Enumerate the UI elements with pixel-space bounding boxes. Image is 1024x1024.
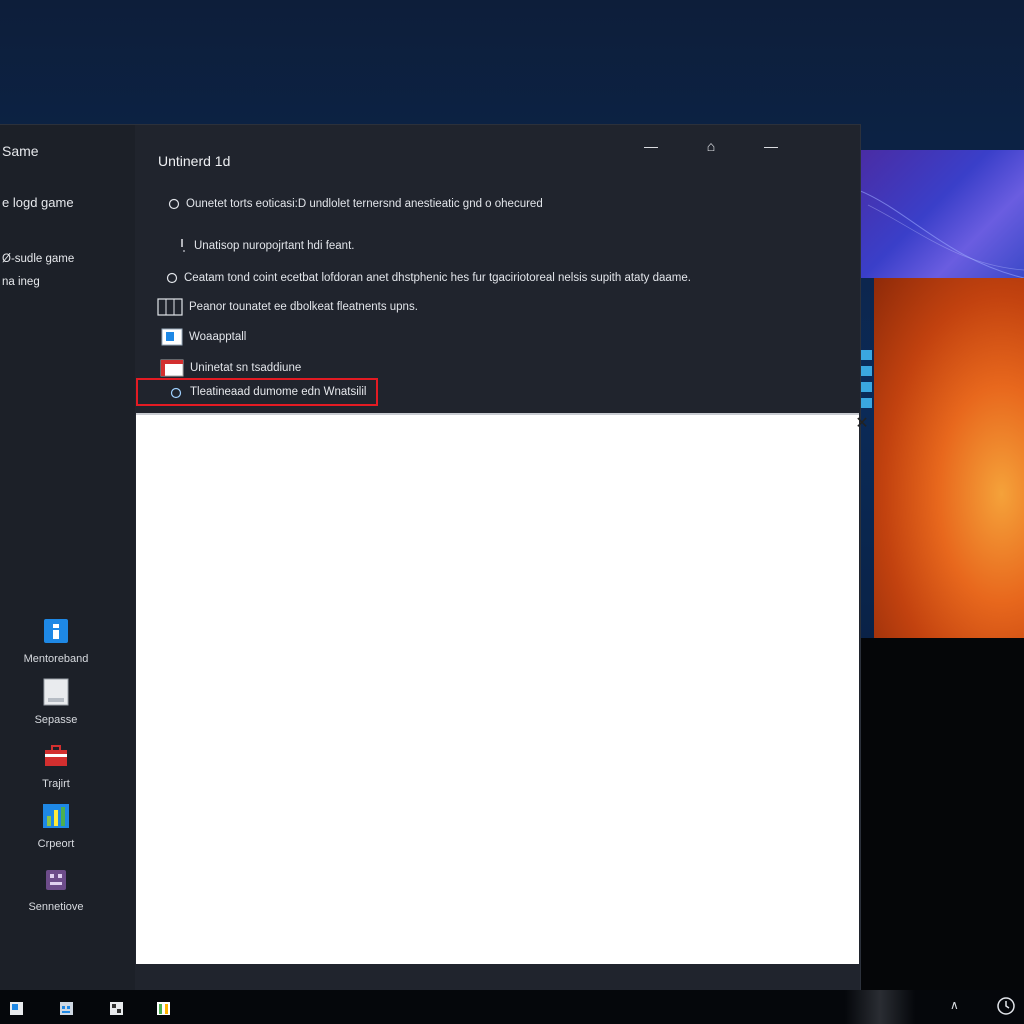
grid-app-icon[interactable] [109,1001,124,1016]
desktop-wallpaper-orange [874,278,1024,638]
window-controls: — ⌂ — [640,137,782,155]
start-icon[interactable] [9,1001,24,1016]
highlighted-list-item[interactable]: Tleatineaad dumome edn Wnatsilil [136,378,378,406]
restore-button[interactable]: ⌂ [700,137,722,155]
sidebar-item-logd-game[interactable]: e logd game [2,195,74,210]
app-launcher-sennetiove[interactable]: Sennetiove [0,865,112,913]
close-window-button[interactable]: — [760,137,782,155]
list-item[interactable]: Ounetet torts eoticasi:D undlolet terner… [168,195,543,213]
document-icon [43,678,69,706]
device-icon [46,870,66,890]
taskbar: ∧ [0,990,1024,1024]
list-item[interactable]: Unatisop nuropojrtant hdi feant. [180,237,354,255]
list-item-text: Uninetat sn tsaddiune [190,362,302,374]
app-launcher-mentoreband[interactable]: Mentoreband [0,617,112,665]
chevron-up-icon[interactable]: ∧ [950,998,959,1012]
app-launcher-sepasse[interactable]: Sepasse [0,678,112,726]
window-title: Untinerd 1d [158,153,231,169]
circle-icon [170,387,182,399]
cursor-icon [181,239,185,252]
app-label: Crpeort [37,838,75,850]
circle-icon [168,198,180,210]
app-launcher-crpeort[interactable]: Crpeort [0,802,112,850]
list-item[interactable]: Ceatam tond coint ecetbat lofdoran anet … [166,269,691,287]
app-label: Sepasse [34,714,78,726]
sidebar: Same e logd game Ø-sudle game na ineg Me… [0,125,135,990]
blank-dialog-panel [136,413,859,964]
app-window-icon [161,328,183,346]
circle-icon [166,272,178,284]
list-item-text: Unatisop nuropojrtant hdi feant. [194,240,355,252]
minimize-button[interactable]: — [640,137,662,155]
app-launcher-trajirt[interactable]: Trajirt [0,742,112,790]
list-item-text: Peanor tounatet ee dbolkeat fleatnents u… [189,301,418,313]
sync-icon[interactable] [995,995,1017,1017]
app-label: Mentoreband [23,653,89,665]
chart-app-icon[interactable] [156,1001,171,1016]
desktop-dark-area [858,638,1024,990]
blue-app-icon [44,619,68,643]
list-item[interactable]: Woaapptall [161,328,246,346]
list-item-text: Woaapptall [189,331,247,343]
grid-icon [157,298,183,316]
taskbar-highlight [845,990,915,1024]
close-icon[interactable]: ✕ [852,414,872,434]
sidebar-item-sudle-game[interactable]: Ø-sudle game [2,253,74,265]
toolbox-icon [45,745,67,766]
sidebar-title[interactable]: Same [2,143,39,159]
list-item[interactable]: Uninetat sn tsaddiune [160,359,301,377]
window-edge-strip [858,350,872,410]
app-label: Trajirt [42,778,70,790]
sidebar-item-ineg[interactable]: na ineg [2,276,40,288]
desktop-wallpaper-purple [858,150,1024,278]
highlighted-item-text: Tleatineaad dumome edn Wnatsilil [190,386,367,398]
list-item[interactable]: Peanor tounatet ee dbolkeat fleatnents u… [157,298,418,316]
app-label: Sennetiove [28,901,84,913]
list-item-text: Ceatam tond coint ecetbat lofdoran anet … [184,272,691,284]
list-item-text: Ounetet torts eoticasi:D undlolet terner… [186,198,543,210]
calendar-icon[interactable] [59,1001,74,1016]
red-window-icon [160,359,184,377]
chart-icon [43,804,69,828]
